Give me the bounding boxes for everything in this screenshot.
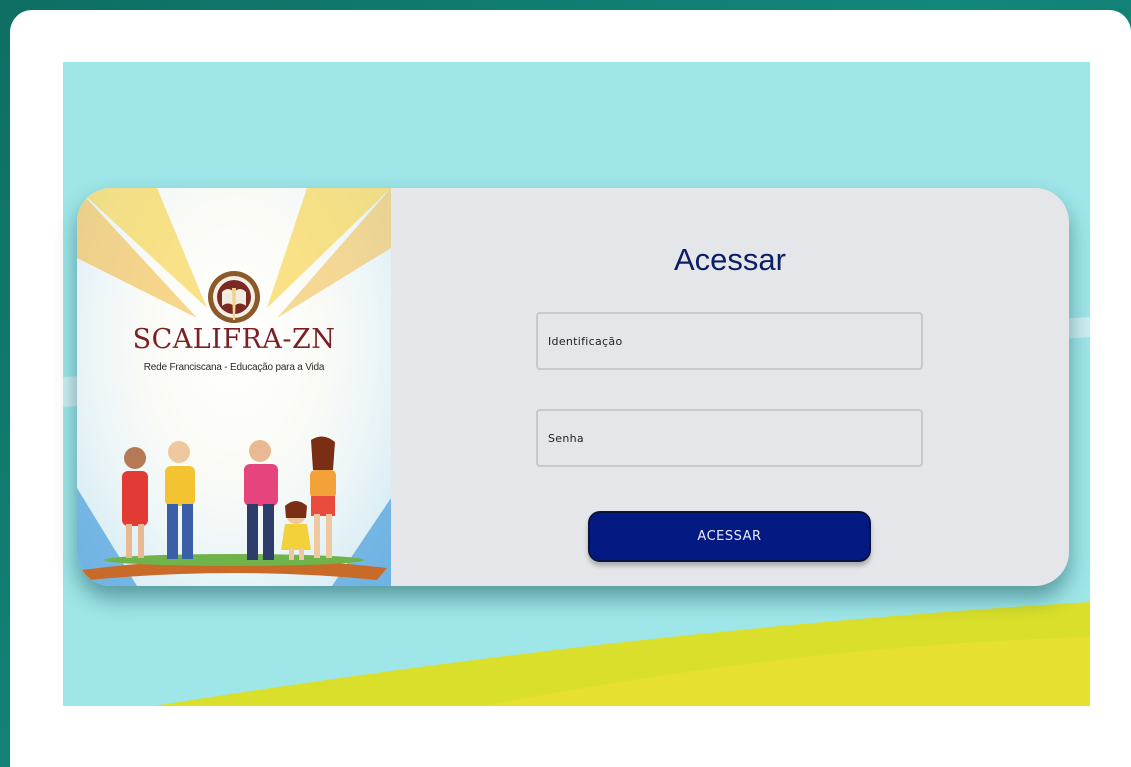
login-button[interactable]: ACESSAR [588, 511, 871, 562]
password-input[interactable] [536, 409, 923, 467]
brand-name: SCALIFRA-ZN [132, 324, 336, 355]
brand-panel: SCALIFRA-ZN Rede Franciscana - Educação … [77, 188, 391, 586]
family-illustration [82, 436, 387, 580]
identification-input[interactable] [536, 312, 923, 370]
login-card: SCALIFRA-ZN Rede Franciscana - Educação … [77, 188, 1069, 586]
scalifra-logo-icon [208, 271, 260, 323]
brand-tagline: Rede Franciscana - Educação para a Vida [143, 362, 325, 373]
login-form: Acessar ACESSAR [391, 188, 1069, 586]
brand-illustration [77, 188, 391, 586]
page-title: Acessar [674, 242, 786, 277]
